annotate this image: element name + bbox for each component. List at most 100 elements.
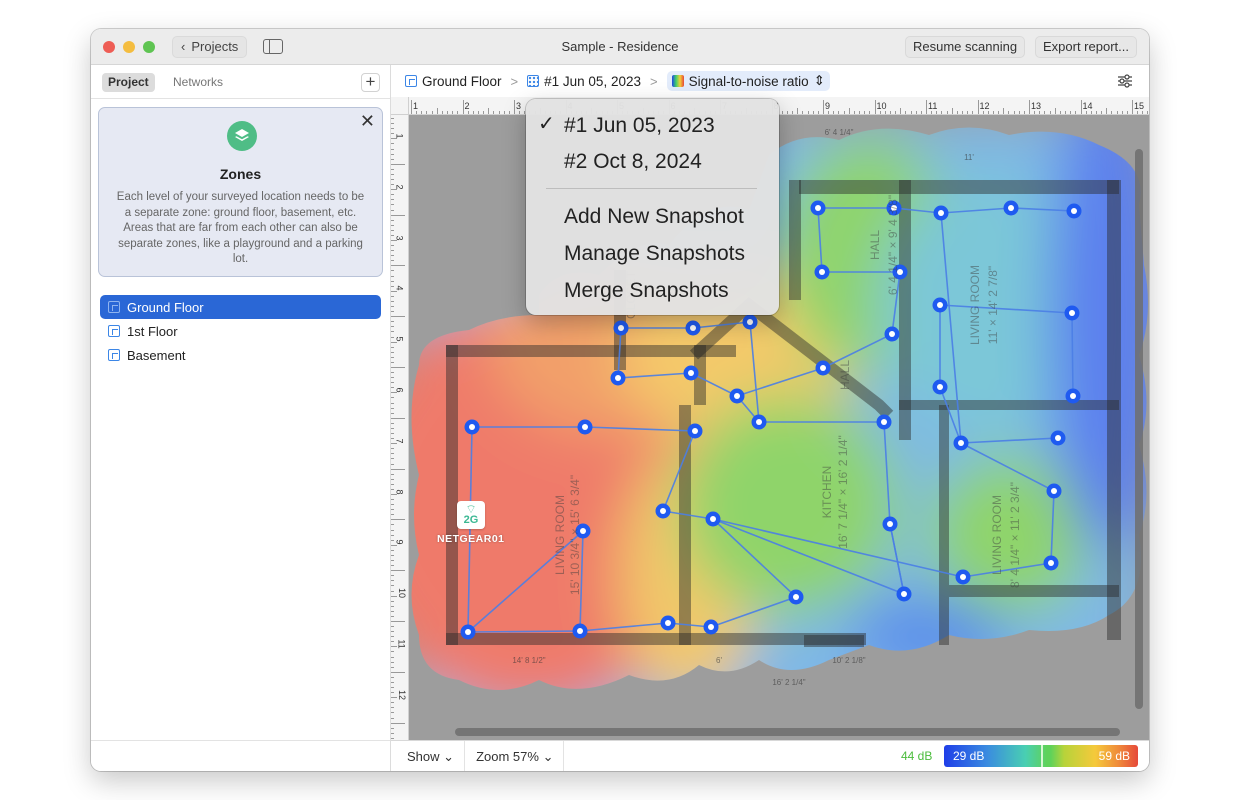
ruler-tick	[391, 504, 394, 506]
ruler-tick	[1054, 108, 1056, 114]
dimension-label: 11'	[964, 153, 974, 162]
ruler-label: 12	[979, 101, 990, 111]
ruler-label: 7	[394, 438, 405, 444]
ruler-vertical: 12345678910111213	[391, 115, 409, 740]
ruler-tick	[391, 676, 394, 678]
menu-item-manage-snapshots[interactable]: Manage Snapshots	[564, 239, 745, 269]
close-icon[interactable]: ✕	[360, 112, 375, 130]
ruler-tick	[391, 692, 394, 694]
show-menu-button[interactable]: Show ⌄	[391, 740, 466, 771]
ruler-tick	[411, 100, 412, 114]
ruler-tick	[1142, 111, 1144, 114]
ruler-tick	[391, 549, 394, 551]
resume-scanning-button[interactable]: Resume scanning	[905, 36, 1026, 58]
minimize-window-button[interactable]	[123, 41, 135, 53]
zone-item-ground-floor[interactable]: Ground Floor	[100, 295, 381, 319]
ruler-tick	[391, 524, 394, 526]
heatmap-svg: LIVING ROOM 15' 10 3/4" × 15' 6 3/4" KITCH…	[411, 127, 1148, 690]
ruler-tick	[1008, 111, 1010, 114]
ruler-tick	[1049, 111, 1051, 114]
vertical-scrollbar[interactable]	[1135, 149, 1143, 709]
add-zone-button[interactable]: +	[361, 73, 380, 92]
ruler-tick	[391, 590, 394, 592]
ruler-tick	[391, 265, 405, 267]
sliders-icon[interactable]	[1117, 73, 1133, 89]
ruler-tick	[1106, 108, 1108, 114]
breadcrumb-snapshot[interactable]: #1 Jun 05, 2023	[527, 74, 641, 89]
color-scale-legend[interactable]: 29 dB 59 dB	[944, 745, 1138, 767]
export-report-button[interactable]: Export report...	[1035, 36, 1137, 58]
ruler-tick	[391, 427, 394, 429]
ruler-tick	[1018, 111, 1020, 114]
breadcrumb-zone[interactable]: Ground Floor	[405, 74, 502, 89]
ruler-tick	[895, 111, 897, 114]
survey-point-center	[960, 574, 966, 580]
close-window-button[interactable]	[103, 41, 115, 53]
tab-project[interactable]: Project	[102, 73, 155, 92]
ruler-tick	[391, 499, 394, 501]
survey-path-segment	[467, 630, 581, 633]
wall	[804, 635, 864, 647]
access-point-badge[interactable]: ⌔ 2G	[457, 501, 485, 529]
zoom-menu-button[interactable]: Zoom 57% ⌄	[465, 740, 565, 771]
ruler-tick	[786, 111, 788, 114]
survey-point-center	[660, 508, 666, 514]
survey-point-center	[820, 365, 826, 371]
ruler-tick	[391, 412, 394, 414]
zone-item-1st-floor[interactable]: 1st Floor	[100, 319, 381, 343]
heatmap-canvas[interactable]: LIVING ROOM 15' 10 3/4" × 15' 6 3/4" KITCH…	[409, 115, 1149, 740]
ruler-tick	[941, 111, 943, 114]
back-label: Projects	[191, 39, 239, 54]
maximize-window-button[interactable]	[143, 41, 155, 53]
ruler-tick	[853, 111, 855, 114]
up-down-chevron-icon: ⇕	[813, 73, 825, 88]
room-label: 8' 4 1/4" × 11' 2 3/4"	[1008, 482, 1022, 588]
menu-item-merge-snapshots[interactable]: Merge Snapshots	[564, 276, 729, 306]
ruler-label: 8	[394, 489, 405, 495]
ruler-tick	[391, 163, 405, 165]
ruler-tick	[391, 295, 394, 297]
zone-label: Ground Floor	[127, 299, 204, 315]
menu-item-add-snapshot[interactable]: Add New Snapshot	[564, 202, 744, 232]
ruler-tick	[391, 478, 394, 480]
threshold-slider[interactable]	[1041, 745, 1043, 767]
sidebar-toggle-icon[interactable]	[263, 39, 283, 54]
horizontal-scrollbar[interactable]	[455, 728, 1120, 736]
ruler-tick	[1147, 111, 1149, 114]
snapshot-menu: ✓ #1 Jun 05, 2023 #2 Oct 8, 2024 Add New…	[526, 99, 779, 315]
visualization-selector[interactable]: Signal-to-noise ratio ⇕	[666, 71, 830, 91]
ruler-tick	[391, 229, 394, 231]
ruler-tick	[391, 316, 405, 318]
ruler-tick	[889, 111, 891, 114]
ruler-tick	[391, 473, 394, 475]
menu-item-snapshot-1[interactable]: #1 Jun 05, 2023	[564, 111, 715, 141]
menu-item-snapshot-2[interactable]: #2 Oct 8, 2024	[564, 147, 702, 177]
survey-point-center	[819, 269, 825, 275]
ruler-tick	[503, 111, 505, 114]
ruler-tick	[391, 219, 394, 221]
ruler-tick	[391, 118, 394, 120]
ruler-tick	[391, 173, 394, 175]
dimension-label: 16' 2 1/4"	[772, 678, 805, 687]
ruler-tick	[1095, 111, 1097, 114]
visualization-label: Signal-to-noise ratio	[688, 73, 809, 89]
survey-point-center	[708, 624, 714, 630]
back-to-projects-button[interactable]: ‹ Projects	[172, 36, 248, 58]
survey-point-center	[1008, 205, 1014, 211]
ruler-label: 11	[396, 639, 407, 649]
zone-item-basement[interactable]: Basement	[100, 343, 381, 367]
tab-networks[interactable]: Networks	[167, 73, 229, 92]
ruler-tick	[391, 123, 394, 125]
ruler-tick	[828, 111, 830, 114]
ruler-tick	[391, 575, 394, 577]
ruler-tick	[391, 463, 394, 465]
ruler-tick	[391, 666, 394, 668]
ruler-label: 15	[1134, 101, 1145, 111]
survey-point-center	[958, 440, 964, 446]
room-label: 16' 7 1/4" × 16' 2 1/4"	[836, 435, 850, 549]
ruler-tick	[1132, 100, 1133, 114]
ruler-tick	[946, 111, 948, 114]
checkmark-icon: ✓	[538, 113, 555, 135]
dimension-label: 6' 4 1/4"	[825, 128, 854, 137]
ruler-corner	[391, 97, 409, 115]
